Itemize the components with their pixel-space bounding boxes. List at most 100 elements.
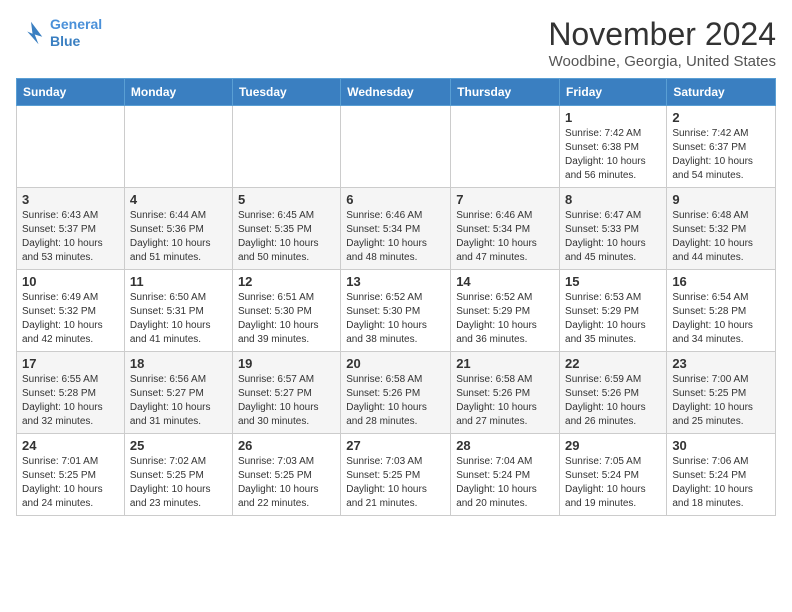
day-info: Sunrise: 6:47 AM Sunset: 5:33 PM Dayligh… (565, 209, 661, 265)
day-number: 27 (346, 438, 445, 453)
page-header: General Blue November 2024 Woodbine, Geo… (16, 16, 776, 70)
day-info: Sunrise: 6:52 AM Sunset: 5:30 PM Dayligh… (346, 291, 445, 347)
header-cell-thursday: Thursday (451, 79, 560, 106)
day-info: Sunrise: 7:02 AM Sunset: 5:25 PM Dayligh… (130, 455, 227, 511)
location-subtitle: Woodbine, Georgia, United States (548, 53, 776, 70)
day-info: Sunrise: 7:06 AM Sunset: 5:24 PM Dayligh… (672, 455, 770, 511)
day-cell: 6Sunrise: 6:46 AM Sunset: 5:34 PM Daylig… (341, 188, 451, 270)
day-number: 20 (346, 356, 445, 371)
day-number: 25 (130, 438, 227, 453)
logo-line1: General (50, 16, 102, 32)
day-cell: 12 Sunrise: 6:51 AM Sunset: 5:30 PM Dayli… (232, 270, 340, 352)
day-number: 9 (672, 192, 770, 207)
day-info: Sunrise: 7:01 AM Sunset: 5:25 PM Dayligh… (22, 455, 119, 511)
day-info: Sunrise: 6:50 AM Sunset: 5:31 PM Dayligh… (130, 291, 227, 347)
day-cell: 5 Sunrise: 6:45 AM Sunset: 5:35 PM Daylig… (232, 188, 340, 270)
week-row-4: 17 Sunrise: 6:55 AM Sunset: 5:28 PM Dayli… (17, 352, 776, 434)
day-info: Sunrise: 7:42 AM Sunset: 6:37 PM Dayligh… (672, 127, 770, 183)
day-cell: 30 Sunrise: 7:06 AM Sunset: 5:24 PM Dayli… (667, 434, 776, 516)
day-number: 21 (456, 356, 554, 371)
header-cell-tuesday: Tuesday (232, 79, 340, 106)
day-info: Sunrise: 6:46 AM Sunset: 5:34 PM Dayligh… (456, 209, 554, 265)
day-info: Sunrise: 6:58 AM Sunset: 5:26 PM Dayligh… (346, 373, 445, 429)
header-cell-saturday: Saturday (667, 79, 776, 106)
day-info: Sunrise: 6:44 AM Sunset: 5:36 PM Dayligh… (130, 209, 227, 265)
logo-icon (16, 18, 46, 48)
logo-line2: Blue (50, 33, 80, 49)
day-number: 6 (346, 192, 445, 207)
calendar-header: SundayMondayTuesdayWednesdayThursdayFrid… (17, 79, 776, 106)
day-cell (124, 106, 232, 188)
day-info: Sunrise: 6:51 AM Sunset: 5:30 PM Dayligh… (238, 291, 335, 347)
day-cell: 24 Sunrise: 7:01 AM Sunset: 5:25 PM Dayli… (17, 434, 125, 516)
day-cell: 20 Sunrise: 6:58 AM Sunset: 5:26 PM Dayli… (341, 352, 451, 434)
day-cell: 1 Sunrise: 7:42 AM Sunset: 6:38 PM Daylig… (560, 106, 667, 188)
day-info: Sunrise: 7:03 AM Sunset: 5:25 PM Dayligh… (346, 455, 445, 511)
day-cell: 18 Sunrise: 6:56 AM Sunset: 5:27 PM Dayli… (124, 352, 232, 434)
month-title: November 2024 (548, 16, 776, 53)
day-number: 2 (672, 110, 770, 125)
day-cell: 14 Sunrise: 6:52 AM Sunset: 5:29 PM Dayli… (451, 270, 560, 352)
day-number: 10 (22, 274, 119, 289)
day-cell: 11 Sunrise: 6:50 AM Sunset: 5:31 PM Dayli… (124, 270, 232, 352)
day-number: 17 (22, 356, 119, 371)
day-number: 18 (130, 356, 227, 371)
week-row-5: 24 Sunrise: 7:01 AM Sunset: 5:25 PM Dayli… (17, 434, 776, 516)
day-info: Sunrise: 7:42 AM Sunset: 6:38 PM Dayligh… (565, 127, 661, 183)
day-number: 19 (238, 356, 335, 371)
day-cell: 8Sunrise: 6:47 AM Sunset: 5:33 PM Daylig… (560, 188, 667, 270)
day-info: Sunrise: 6:48 AM Sunset: 5:32 PM Dayligh… (672, 209, 770, 265)
day-number: 26 (238, 438, 335, 453)
day-number: 28 (456, 438, 554, 453)
day-cell: 26 Sunrise: 7:03 AM Sunset: 5:25 PM Dayli… (232, 434, 340, 516)
day-info: Sunrise: 7:03 AM Sunset: 5:25 PM Dayligh… (238, 455, 335, 511)
day-number: 16 (672, 274, 770, 289)
week-row-1: 1 Sunrise: 7:42 AM Sunset: 6:38 PM Daylig… (17, 106, 776, 188)
day-number: 14 (456, 274, 554, 289)
day-info: Sunrise: 7:04 AM Sunset: 5:24 PM Dayligh… (456, 455, 554, 511)
day-cell: 16 Sunrise: 6:54 AM Sunset: 5:28 PM Dayli… (667, 270, 776, 352)
day-cell: 28 Sunrise: 7:04 AM Sunset: 5:24 PM Dayli… (451, 434, 560, 516)
day-cell: 21Sunrise: 6:58 AM Sunset: 5:26 PM Dayli… (451, 352, 560, 434)
day-number: 24 (22, 438, 119, 453)
day-cell (341, 106, 451, 188)
day-cell: 23Sunrise: 7:00 AM Sunset: 5:25 PM Dayli… (667, 352, 776, 434)
week-row-3: 10Sunrise: 6:49 AM Sunset: 5:32 PM Dayli… (17, 270, 776, 352)
title-block: November 2024 Woodbine, Georgia, United … (548, 16, 776, 70)
calendar-table: SundayMondayTuesdayWednesdayThursdayFrid… (16, 78, 776, 516)
day-number: 7 (456, 192, 554, 207)
header-cell-friday: Friday (560, 79, 667, 106)
day-info: Sunrise: 6:45 AM Sunset: 5:35 PM Dayligh… (238, 209, 335, 265)
day-number: 29 (565, 438, 661, 453)
day-cell: 3Sunrise: 6:43 AM Sunset: 5:37 PM Daylig… (17, 188, 125, 270)
day-number: 12 (238, 274, 335, 289)
day-number: 5 (238, 192, 335, 207)
day-info: Sunrise: 7:05 AM Sunset: 5:24 PM Dayligh… (565, 455, 661, 511)
day-info: Sunrise: 6:56 AM Sunset: 5:27 PM Dayligh… (130, 373, 227, 429)
day-cell: 25 Sunrise: 7:02 AM Sunset: 5:25 PM Dayli… (124, 434, 232, 516)
day-number: 23 (672, 356, 770, 371)
day-info: Sunrise: 6:54 AM Sunset: 5:28 PM Dayligh… (672, 291, 770, 347)
day-number: 30 (672, 438, 770, 453)
day-cell (451, 106, 560, 188)
header-cell-sunday: Sunday (17, 79, 125, 106)
logo: General Blue (16, 16, 102, 50)
day-number: 4 (130, 192, 227, 207)
day-cell (232, 106, 340, 188)
day-cell: 13Sunrise: 6:52 AM Sunset: 5:30 PM Dayli… (341, 270, 451, 352)
day-info: Sunrise: 6:52 AM Sunset: 5:29 PM Dayligh… (456, 291, 554, 347)
day-number: 22 (565, 356, 661, 371)
day-cell: 27 Sunrise: 7:03 AM Sunset: 5:25 PM Dayli… (341, 434, 451, 516)
header-cell-monday: Monday (124, 79, 232, 106)
day-cell: 4 Sunrise: 6:44 AM Sunset: 5:36 PM Daylig… (124, 188, 232, 270)
day-cell: 17 Sunrise: 6:55 AM Sunset: 5:28 PM Dayli… (17, 352, 125, 434)
day-cell: 15Sunrise: 6:53 AM Sunset: 5:29 PM Dayli… (560, 270, 667, 352)
calendar-body: 1 Sunrise: 7:42 AM Sunset: 6:38 PM Daylig… (17, 106, 776, 516)
day-cell: 19 Sunrise: 6:57 AM Sunset: 5:27 PM Dayli… (232, 352, 340, 434)
day-info: Sunrise: 6:57 AM Sunset: 5:27 PM Dayligh… (238, 373, 335, 429)
day-cell (17, 106, 125, 188)
day-number: 1 (565, 110, 661, 125)
day-cell: 29 Sunrise: 7:05 AM Sunset: 5:24 PM Dayli… (560, 434, 667, 516)
day-number: 11 (130, 274, 227, 289)
day-info: Sunrise: 6:55 AM Sunset: 5:28 PM Dayligh… (22, 373, 119, 429)
